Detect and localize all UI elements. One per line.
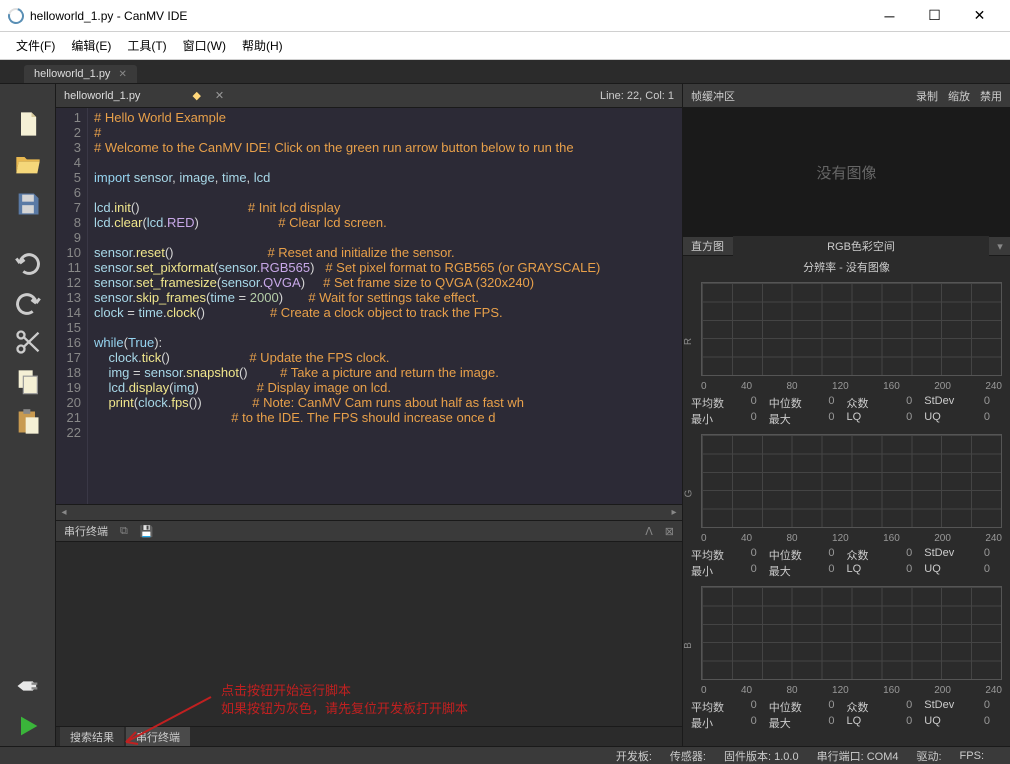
framebuffer-header: 帧缓冲区 录制 缩放 禁用 bbox=[683, 84, 1010, 108]
paste-button[interactable] bbox=[0, 402, 56, 442]
chevron-down-icon[interactable]: ▾ bbox=[990, 240, 1010, 253]
annotation-text: 点击按钮开始运行脚本 如果按钮为灰色，请先复位开发板打开脚本 bbox=[221, 682, 468, 718]
modified-indicator-icon: ◆ bbox=[192, 89, 200, 102]
no-image-label: 没有图像 bbox=[816, 162, 876, 183]
copy-button[interactable] bbox=[0, 362, 56, 402]
line-gutter: 12345678910111213141516171819202122 bbox=[56, 108, 88, 504]
zoom-button[interactable]: 缩放 bbox=[948, 88, 970, 104]
chart-icon[interactable]: ⧉ bbox=[120, 525, 128, 538]
maximize-button[interactable]: ☐ bbox=[912, 1, 957, 31]
scroll-left-icon[interactable]: ◂ bbox=[56, 507, 72, 518]
terminal-title: 串行终端 bbox=[64, 523, 108, 539]
close-button[interactable]: ✕ bbox=[957, 1, 1002, 31]
tab-search-results[interactable]: 搜索结果 bbox=[60, 727, 124, 747]
close-terminal-icon[interactable]: ⊠ bbox=[665, 525, 674, 538]
collapse-icon[interactable]: ᐱ bbox=[645, 525, 653, 538]
histogram-chart-b: B04080120160200240 bbox=[687, 582, 1006, 698]
histogram-stats-r: 平均数0中位数0众数0StDev0最小0最大0LQ0UQ0 bbox=[683, 394, 1010, 430]
menu-tools[interactable]: 工具(T) bbox=[119, 33, 174, 58]
window-title: helloworld_1.py - CanMV IDE bbox=[30, 9, 867, 23]
new-file-button[interactable] bbox=[0, 104, 56, 144]
menubar: 文件(F) 编辑(E) 工具(T) 窗口(W) 帮助(H) bbox=[0, 32, 1010, 60]
status-sensor: 传感器: bbox=[670, 748, 706, 764]
status-port: 串行端口: COM4 bbox=[817, 748, 899, 764]
status-firmware: 固件版本: 1.0.0 bbox=[724, 748, 799, 764]
menu-help[interactable]: 帮助(H) bbox=[234, 33, 291, 58]
editor-h-scrollbar[interactable]: ◂ ▸ bbox=[56, 504, 682, 520]
save-terminal-icon[interactable]: 💾 bbox=[140, 525, 154, 538]
undo-button[interactable] bbox=[0, 242, 56, 282]
histogram-label: 直方图 bbox=[683, 238, 732, 254]
right-panel: 帧缓冲区 录制 缩放 禁用 没有图像 直方图 RGB色彩空间 ▾ 分辨率 - 没… bbox=[682, 84, 1010, 746]
open-file-button[interactable] bbox=[0, 144, 56, 184]
status-fps: FPS: bbox=[960, 750, 984, 762]
document-tabstrip: helloworld_1.py ✕ bbox=[0, 60, 1010, 84]
menu-edit[interactable]: 编辑(E) bbox=[63, 33, 119, 58]
resolution-title: 分辨率 - 没有图像 bbox=[683, 256, 1010, 278]
minimize-button[interactable]: ─ bbox=[867, 1, 912, 31]
code-area[interactable]: # Hello World Example## Welcome to the C… bbox=[88, 108, 682, 504]
histogram-header: 直方图 RGB色彩空间 ▾ bbox=[683, 236, 1010, 256]
tab-close-icon[interactable]: ✕ bbox=[118, 69, 126, 80]
cut-button[interactable] bbox=[0, 322, 56, 362]
titlebar: helloworld_1.py - CanMV IDE ─ ☐ ✕ bbox=[0, 0, 1010, 32]
connect-button[interactable] bbox=[0, 666, 56, 706]
app-logo-icon bbox=[5, 5, 27, 27]
menu-file[interactable]: 文件(F) bbox=[8, 33, 63, 58]
menu-window[interactable]: 窗口(W) bbox=[175, 33, 234, 58]
colorspace-select[interactable]: RGB色彩空间 bbox=[733, 236, 989, 256]
run-button[interactable] bbox=[0, 706, 56, 746]
redo-button[interactable] bbox=[0, 282, 56, 322]
left-toolbar bbox=[0, 84, 56, 746]
editor-close-icon[interactable]: ✕ bbox=[215, 89, 224, 102]
terminal-panel: 点击按钮开始运行脚本 如果按钮为灰色，请先复位开发板打开脚本 bbox=[56, 542, 682, 726]
framebuffer-label: 帧缓冲区 bbox=[691, 88, 735, 104]
annotation-arrow-icon bbox=[116, 692, 216, 752]
histogram-stats-g: 平均数0中位数0众数0StDev0最小0最大0LQ0UQ0 bbox=[683, 546, 1010, 582]
disable-button[interactable]: 禁用 bbox=[980, 88, 1002, 104]
editor-filename: helloworld_1.py bbox=[64, 90, 140, 102]
histogram-chart-g: G04080120160200240 bbox=[687, 430, 1006, 546]
tab-label: helloworld_1.py bbox=[34, 68, 110, 80]
status-board: 开发板: bbox=[616, 748, 652, 764]
cursor-position: Line: 22, Col: 1 bbox=[600, 90, 674, 102]
histogram-chart-r: R04080120160200240 bbox=[687, 278, 1006, 394]
terminal-header: 串行终端 ⧉ 💾 ᐱ ⊠ bbox=[56, 520, 682, 542]
save-button[interactable] bbox=[0, 184, 56, 224]
scroll-right-icon[interactable]: ▸ bbox=[666, 507, 682, 518]
statusbar: 开发板: 传感器: 固件版本: 1.0.0 串行端口: COM4 驱动: FPS… bbox=[0, 746, 1010, 764]
record-button[interactable]: 录制 bbox=[916, 88, 938, 104]
histogram-stats-b: 平均数0中位数0众数0StDev0最小0最大0LQ0UQ0 bbox=[683, 698, 1010, 734]
status-drive: 驱动: bbox=[916, 748, 941, 764]
editor-header: helloworld_1.py ◆ ✕ Line: 22, Col: 1 bbox=[56, 84, 682, 108]
code-editor[interactable]: 12345678910111213141516171819202122 # He… bbox=[56, 108, 682, 504]
frame-preview: 没有图像 bbox=[683, 108, 1010, 236]
document-tab[interactable]: helloworld_1.py ✕ bbox=[24, 65, 137, 83]
